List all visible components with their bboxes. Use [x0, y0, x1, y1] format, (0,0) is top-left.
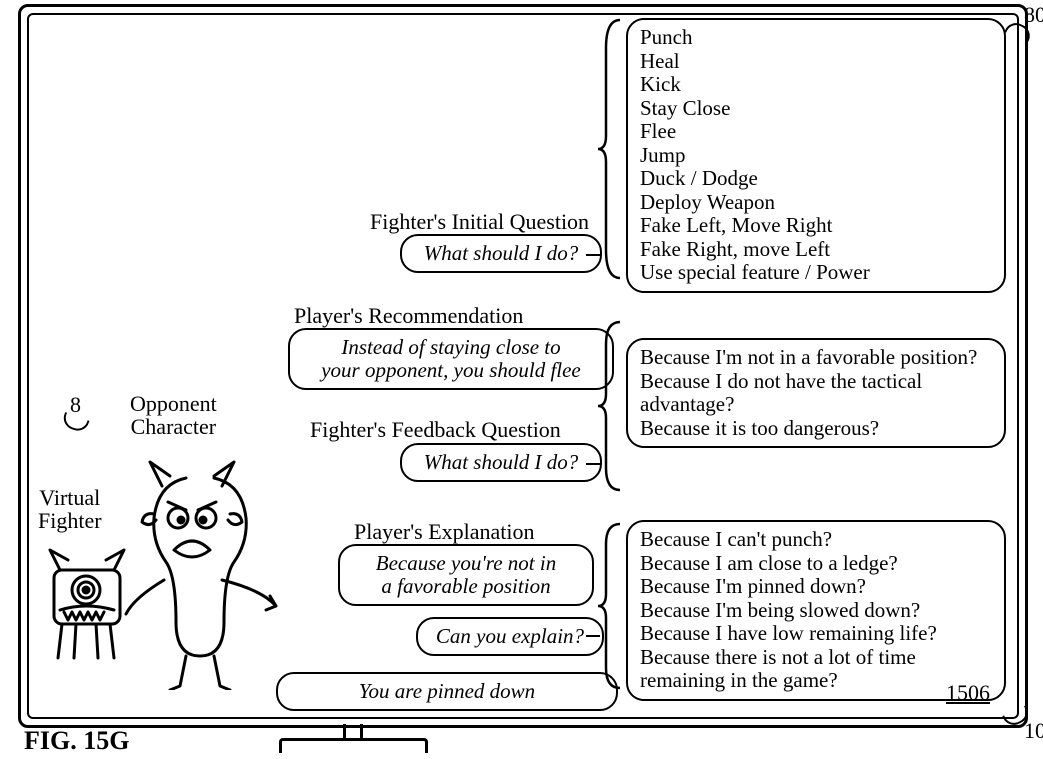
callout-80: 80	[1024, 2, 1043, 28]
bubble-initial-question: What should I do?	[400, 234, 602, 273]
reasons1-option: Because I do not have the tactical advan…	[640, 370, 992, 417]
reasons2-option: Because there is not a lot of time remai…	[640, 646, 992, 693]
actions-option: Stay Close	[640, 97, 992, 121]
monitor-stand-neck	[343, 724, 363, 738]
actions-option: Flee	[640, 120, 992, 144]
label-explanation: Player's Explanation	[354, 520, 535, 543]
bubble-pinned-down: You are pinned down	[276, 672, 618, 711]
bubble-explanation: Because you're not in a favorable positi…	[338, 544, 594, 606]
page: 80 10 8 Virtual Fighter Opponent Charact…	[0, 0, 1043, 759]
actions-option: Duck / Dodge	[640, 167, 992, 191]
actions-option: Jump	[640, 144, 992, 168]
panel-reasons1: Because I'm not in a favorable position?…	[626, 338, 1006, 448]
reasons2-option: Because I can't punch?	[640, 528, 992, 552]
label-feedback-question: Fighter's Feedback Question	[310, 418, 561, 441]
actions-option: Use special feature / Power	[640, 261, 992, 285]
characters-drawing	[36, 440, 286, 690]
actions-option: Fake Right, move Left	[640, 238, 992, 262]
bubble-feedback-question: What should I do?	[400, 443, 602, 482]
actions-option: Heal	[640, 50, 992, 74]
brace-reasons2	[598, 522, 622, 690]
reasons2-option: Because I am close to a ledge?	[640, 552, 992, 576]
reasons2-option: Because I'm pinned down?	[640, 575, 992, 599]
bubble-recommendation: Instead of staying close to your opponen…	[288, 328, 614, 390]
bubble-can-you-explain: Can you explain?	[416, 617, 604, 656]
label-opponent-character: Opponent Character	[130, 392, 217, 438]
reasons2-option: Because I have low remaining life?	[640, 622, 992, 646]
actions-option: Fake Left, Move Right	[640, 214, 992, 238]
callout-10: 10	[1024, 718, 1043, 744]
actions-option: Kick	[640, 73, 992, 97]
label-initial-question: Fighter's Initial Question	[370, 210, 589, 233]
brace-actions	[598, 18, 622, 280]
monitor-stand-base	[279, 738, 428, 753]
actions-option: Punch	[640, 26, 992, 50]
figure-number: FIG. 15G	[24, 726, 129, 756]
brace-reasons1	[598, 320, 622, 492]
reasons1-option: Because I'm not in a favorable position?	[640, 346, 992, 370]
actions-option: Deploy Weapon	[640, 191, 992, 215]
reasons1-option: Because it is too dangerous?	[640, 417, 992, 441]
panel-reasons2: Because I can't punch?Because I am close…	[626, 520, 1006, 701]
reasons2-option: Because I'm being slowed down?	[640, 599, 992, 623]
panel-actions: PunchHealKickStay CloseFleeJumpDuck / Do…	[626, 18, 1006, 293]
ref-1506: 1506	[946, 680, 990, 706]
label-recommendation: Player's Recommendation	[294, 304, 523, 327]
